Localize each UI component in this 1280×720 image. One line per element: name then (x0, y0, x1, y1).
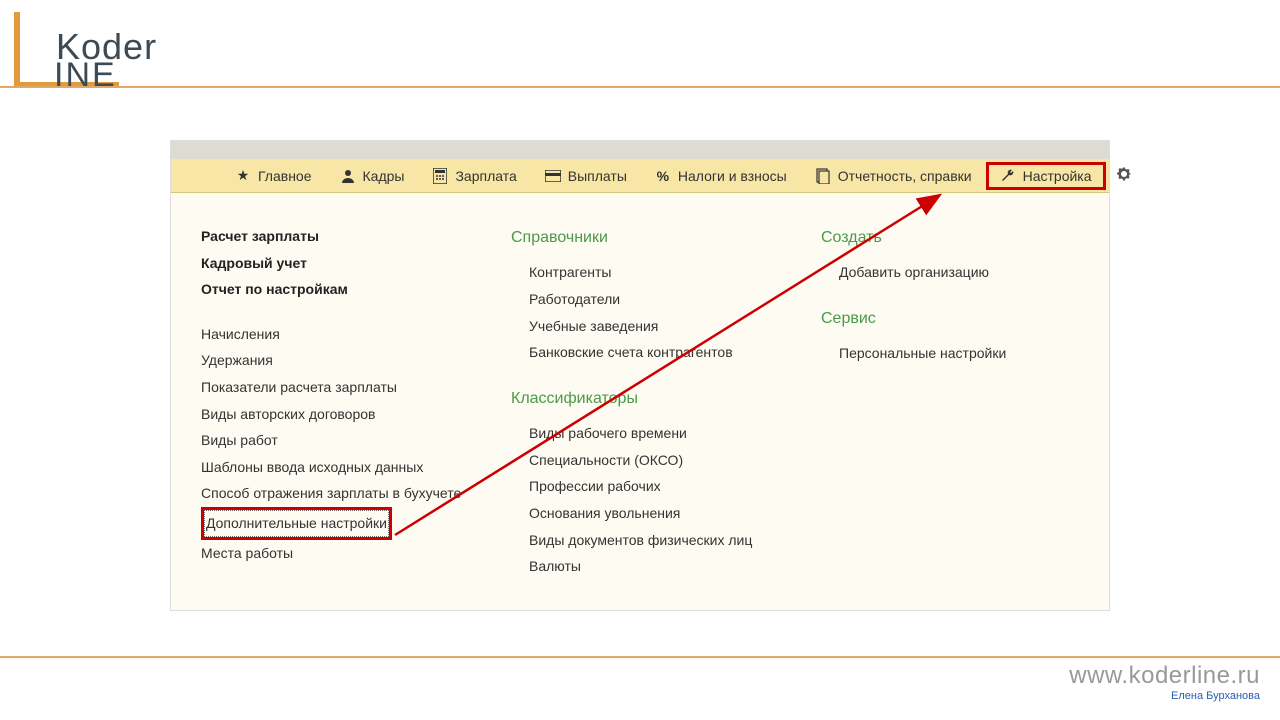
app-window: ★ Главное Кадры Зарплата Выплаты % Налог… (170, 140, 1110, 611)
toolbar-gear-button[interactable] (1106, 160, 1142, 191)
settings-column-3: Создать Добавить организацию Сервис Перс… (821, 223, 1041, 580)
nav-payments[interactable]: Выплаты (531, 162, 641, 190)
link-payroll-calc[interactable]: Расчет зарплаты (201, 223, 471, 250)
link-contractors[interactable]: Контрагенты (529, 259, 781, 286)
link-author-contract-types[interactable]: Виды авторских договоров (201, 401, 471, 428)
link-specialties[interactable]: Специальности (ОКСО) (529, 447, 781, 474)
nav-label: Отчетность, справки (838, 168, 972, 184)
link-settings-report[interactable]: Отчет по настройкам (201, 276, 471, 303)
hamburger-icon (191, 168, 207, 184)
logo: Koder INE (14, 12, 194, 82)
link-payroll-indicators[interactable]: Показатели расчета зарплаты (201, 374, 471, 401)
link-currencies[interactable]: Валюты (529, 553, 781, 580)
nav-reports[interactable]: Отчетность, справки (801, 162, 986, 190)
wrench-icon (1000, 168, 1016, 184)
link-accruals[interactable]: Начисления (201, 321, 471, 348)
nav-main[interactable]: ★ Главное (221, 162, 326, 190)
header-divider (0, 86, 1280, 88)
section-catalogs: Справочники (511, 223, 781, 253)
nav-taxes[interactable]: % Налоги и взносы (641, 162, 801, 190)
nav-hr[interactable]: Кадры (326, 162, 419, 190)
link-worker-professions[interactable]: Профессии рабочих (529, 473, 781, 500)
link-deductions[interactable]: Удержания (201, 347, 471, 374)
nav-label: Главное (258, 168, 312, 184)
percent-icon: % (655, 168, 671, 184)
nav-label: Выплаты (568, 168, 627, 184)
link-additional-settings[interactable]: Дополнительные настройки (201, 507, 392, 540)
link-employers[interactable]: Работодатели (529, 286, 781, 313)
link-work-types[interactable]: Виды работ (201, 427, 471, 454)
link-dismissal-grounds[interactable]: Основания увольнения (529, 500, 781, 527)
section-classifiers: Классификаторы (511, 384, 781, 414)
logo-text-2: INE (54, 56, 117, 95)
nav-label: Кадры (363, 168, 405, 184)
footer-url: www.koderline.ru (1069, 662, 1260, 690)
settings-column-1: Расчет зарплаты Кадровый учет Отчет по н… (201, 223, 471, 580)
content-area: Расчет зарплаты Кадровый учет Отчет по н… (171, 193, 1109, 610)
menu-button[interactable] (177, 162, 221, 190)
main-toolbar: ★ Главное Кадры Зарплата Выплаты % Налог… (171, 159, 1109, 193)
spacer (201, 303, 471, 321)
link-schools[interactable]: Учебные заведения (529, 313, 781, 340)
calc-icon (432, 168, 448, 184)
window-title-bar (171, 141, 1109, 159)
footer: www.koderline.ru Елена Бурханова (1069, 662, 1260, 702)
footer-author: Елена Бурханова (1069, 690, 1260, 702)
link-salary-reflection[interactable]: Способ отражения зарплаты в бухучете (201, 480, 471, 507)
footer-divider (0, 656, 1280, 658)
card-icon (545, 168, 561, 184)
nav-label: Налоги и взносы (678, 168, 787, 184)
section-service: Сервис (821, 304, 1041, 334)
link-add-organization[interactable]: Добавить организацию (839, 259, 1041, 286)
settings-column-2: Справочники Контрагенты Работодатели Уче… (511, 223, 781, 580)
logo-accent-vertical (14, 12, 20, 86)
nav-salary[interactable]: Зарплата (418, 162, 530, 190)
link-bank-accounts[interactable]: Банковские счета контрагентов (529, 339, 781, 366)
gear-icon (1116, 166, 1132, 182)
doc-icon (815, 168, 831, 184)
link-personal-settings[interactable]: Персональные настройки (839, 340, 1041, 367)
nav-settings[interactable]: Настройка (986, 162, 1106, 190)
link-hr-accounting[interactable]: Кадровый учет (201, 250, 471, 277)
person-icon (340, 168, 356, 184)
link-workplaces[interactable]: Места работы (201, 540, 471, 567)
link-worktime-types[interactable]: Виды рабочего времени (529, 420, 781, 447)
nav-label: Зарплата (455, 168, 516, 184)
link-document-types[interactable]: Виды документов физических лиц (529, 527, 781, 554)
nav-label: Настройка (1023, 168, 1092, 184)
section-create: Создать (821, 223, 1041, 253)
star-icon: ★ (235, 168, 251, 184)
link-input-templates[interactable]: Шаблоны ввода исходных данных (201, 454, 471, 481)
